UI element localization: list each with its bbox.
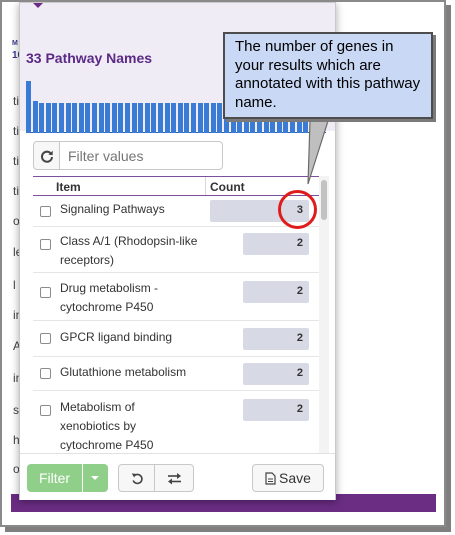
screenshot-frame: M 10 ti ti ti ti o le l in A in s h o 33… xyxy=(0,0,446,527)
callout-text: The number of genes in your results whic… xyxy=(235,38,421,111)
annotation-callout: The number of genes in your results whic… xyxy=(223,32,433,119)
